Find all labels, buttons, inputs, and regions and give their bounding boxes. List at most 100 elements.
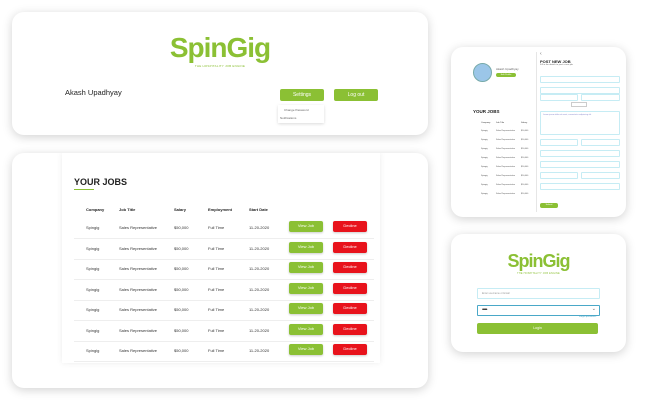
state-field[interactable] xyxy=(540,172,578,179)
row-divider xyxy=(74,238,374,239)
mini-table-cell: Sales Representative xyxy=(496,166,516,168)
settings-button[interactable]: Settings xyxy=(280,89,324,101)
table-cell-employment: Full Time xyxy=(208,307,225,312)
table-cell-salary: $50,000 xyxy=(174,266,189,271)
post-job-subtitle: Fill in the details to post a new job xyxy=(540,64,573,66)
logout-button[interactable]: Log out xyxy=(334,89,378,101)
column-header: Start Date xyxy=(249,207,268,212)
table-cell-salary: $50,000 xyxy=(174,245,189,251)
mini-table-cell: $50,000 xyxy=(521,166,529,168)
submit-button[interactable]: Submit xyxy=(540,203,558,208)
description-text: Lorem ipsum dolor sit amet, consectetur … xyxy=(543,114,592,116)
view-job-button[interactable]: View Job xyxy=(289,241,323,253)
start-date-field[interactable] xyxy=(581,139,620,146)
description-field[interactable]: Lorem ipsum dolor sit amet, consectetur … xyxy=(540,111,620,135)
decline-button[interactable]: Decline xyxy=(333,221,367,232)
view-job-button[interactable]: View Job xyxy=(289,221,323,232)
row-divider xyxy=(74,299,374,301)
mini-table-cell: Sales Representative xyxy=(496,148,516,150)
mini-table-cell: Spingig xyxy=(481,184,488,186)
employment-field[interactable] xyxy=(540,139,578,146)
dropdown-item-notifications[interactable]: Notifications xyxy=(280,116,296,120)
table-cell-title: Sales Representative xyxy=(119,286,158,292)
back-icon[interactable]: ‹ xyxy=(540,51,542,57)
decline-button[interactable]: Decline xyxy=(333,344,367,355)
zip-field[interactable] xyxy=(581,172,620,179)
mini-table-cell: Sales Representative xyxy=(496,130,516,132)
table-cell-title: Sales Representative xyxy=(119,225,158,230)
dropdown-item-change-password[interactable]: Change Password xyxy=(284,108,309,112)
table-cell-salary: $50,000 xyxy=(174,225,189,230)
email-placeholder: Enter username or Email xyxy=(482,292,510,295)
column-header: Company xyxy=(86,207,105,212)
decline-button[interactable]: Decline xyxy=(333,303,367,314)
jobs-card: YOUR JOBS Company Job Title Salary Employme… xyxy=(12,153,428,388)
mini-table-cell: Sales Representative xyxy=(496,139,516,141)
table-cell-date: 11-20-2020 xyxy=(249,307,270,312)
mini-table-cell: Sales Representative xyxy=(496,175,516,177)
settings-dropdown: Change Password Notifications xyxy=(278,105,324,123)
table-cell-company: Spingig xyxy=(86,225,100,230)
mini-table-cell: $50,000 xyxy=(521,193,529,195)
mini-table-cell: $50,000 xyxy=(521,130,529,132)
view-job-button[interactable]: View Job xyxy=(289,344,323,355)
row-divider xyxy=(74,340,374,342)
table-cell-title: Sales Representative xyxy=(119,348,158,353)
chevron-down-icon[interactable]: ⌄ xyxy=(592,306,596,312)
mini-table-cell: Spingig xyxy=(481,166,488,168)
table-cell-salary: $50,000 xyxy=(174,286,189,292)
decline-button[interactable]: Decline xyxy=(333,262,367,273)
table-cell-salary: $50,000 xyxy=(174,307,189,312)
jobs-title: YOUR JOBS xyxy=(74,177,128,187)
row-divider xyxy=(74,258,374,260)
login-logo-tagline: THE HOSPITALITY JOB ENGINE xyxy=(517,272,560,275)
salary-type-field[interactable] xyxy=(581,94,620,101)
table-cell-company: Spingig xyxy=(86,266,100,271)
password-dots: •••••• xyxy=(482,307,487,313)
table-cell-date: 11-20-2020 xyxy=(249,245,270,251)
password-input[interactable]: •••••• ⌄ xyxy=(477,305,600,316)
salary-field[interactable] xyxy=(540,94,578,101)
mini-column-header: Salary xyxy=(521,122,528,124)
table-cell-company: Spingig xyxy=(86,307,100,312)
forgot-password-link[interactable]: Forgot password? xyxy=(579,316,597,318)
view-job-button[interactable]: View Job xyxy=(289,282,323,294)
table-cell-title: Sales Representative xyxy=(119,266,158,271)
user-name: Akash Upadhyay xyxy=(65,88,122,97)
edit-profile-button[interactable]: Edit Profile xyxy=(496,73,516,77)
title-underline xyxy=(74,189,94,190)
column-header: Employment xyxy=(208,207,233,212)
header-card: SpinGig THE HOSPITALITY JOB ENGINE Akash… xyxy=(12,12,428,135)
mini-table-cell: Spingig xyxy=(481,193,488,195)
job-title-field[interactable] xyxy=(540,87,620,94)
login-card: SpinGig THE HOSPITALITY JOB ENGINE Enter… xyxy=(451,234,626,352)
table-cell-company: Spingig xyxy=(86,245,100,251)
decline-button[interactable]: Decline xyxy=(333,282,367,294)
view-job-button[interactable]: View Job xyxy=(289,323,323,335)
column-header: Job Title xyxy=(119,207,136,212)
login-button[interactable]: Login xyxy=(477,323,598,334)
email-input[interactable]: Enter username or Email xyxy=(477,288,600,299)
mini-table-cell: $50,000 xyxy=(521,157,529,159)
row-divider xyxy=(74,279,374,280)
mini-table-cell: $50,000 xyxy=(521,139,529,141)
login-logo-text: SpinGig xyxy=(507,251,571,271)
city-field[interactable] xyxy=(540,161,620,168)
decline-button[interactable]: Decline xyxy=(333,323,367,335)
add-button[interactable] xyxy=(571,102,587,107)
contact-field[interactable] xyxy=(540,183,620,190)
view-job-button[interactable]: View Job xyxy=(289,303,323,314)
mini-table-cell: $50,000 xyxy=(521,175,529,177)
decline-button[interactable]: Decline xyxy=(333,241,367,253)
mini-table-cell: Sales Representative xyxy=(496,193,516,195)
view-job-button[interactable]: View Job xyxy=(289,262,323,273)
table-cell-date: 11-20-2020 xyxy=(249,286,270,292)
location-field[interactable] xyxy=(540,150,620,157)
mini-column-header: Job Title xyxy=(496,122,505,124)
table-cell-employment: Full Time xyxy=(208,225,225,230)
company-field[interactable] xyxy=(540,76,620,83)
avatar xyxy=(473,63,492,82)
table-cell-date: 11-20-2020 xyxy=(249,266,270,271)
your-jobs-mini-title: YOUR JOBS xyxy=(473,109,500,114)
mini-table-cell: Spingig xyxy=(481,130,488,132)
